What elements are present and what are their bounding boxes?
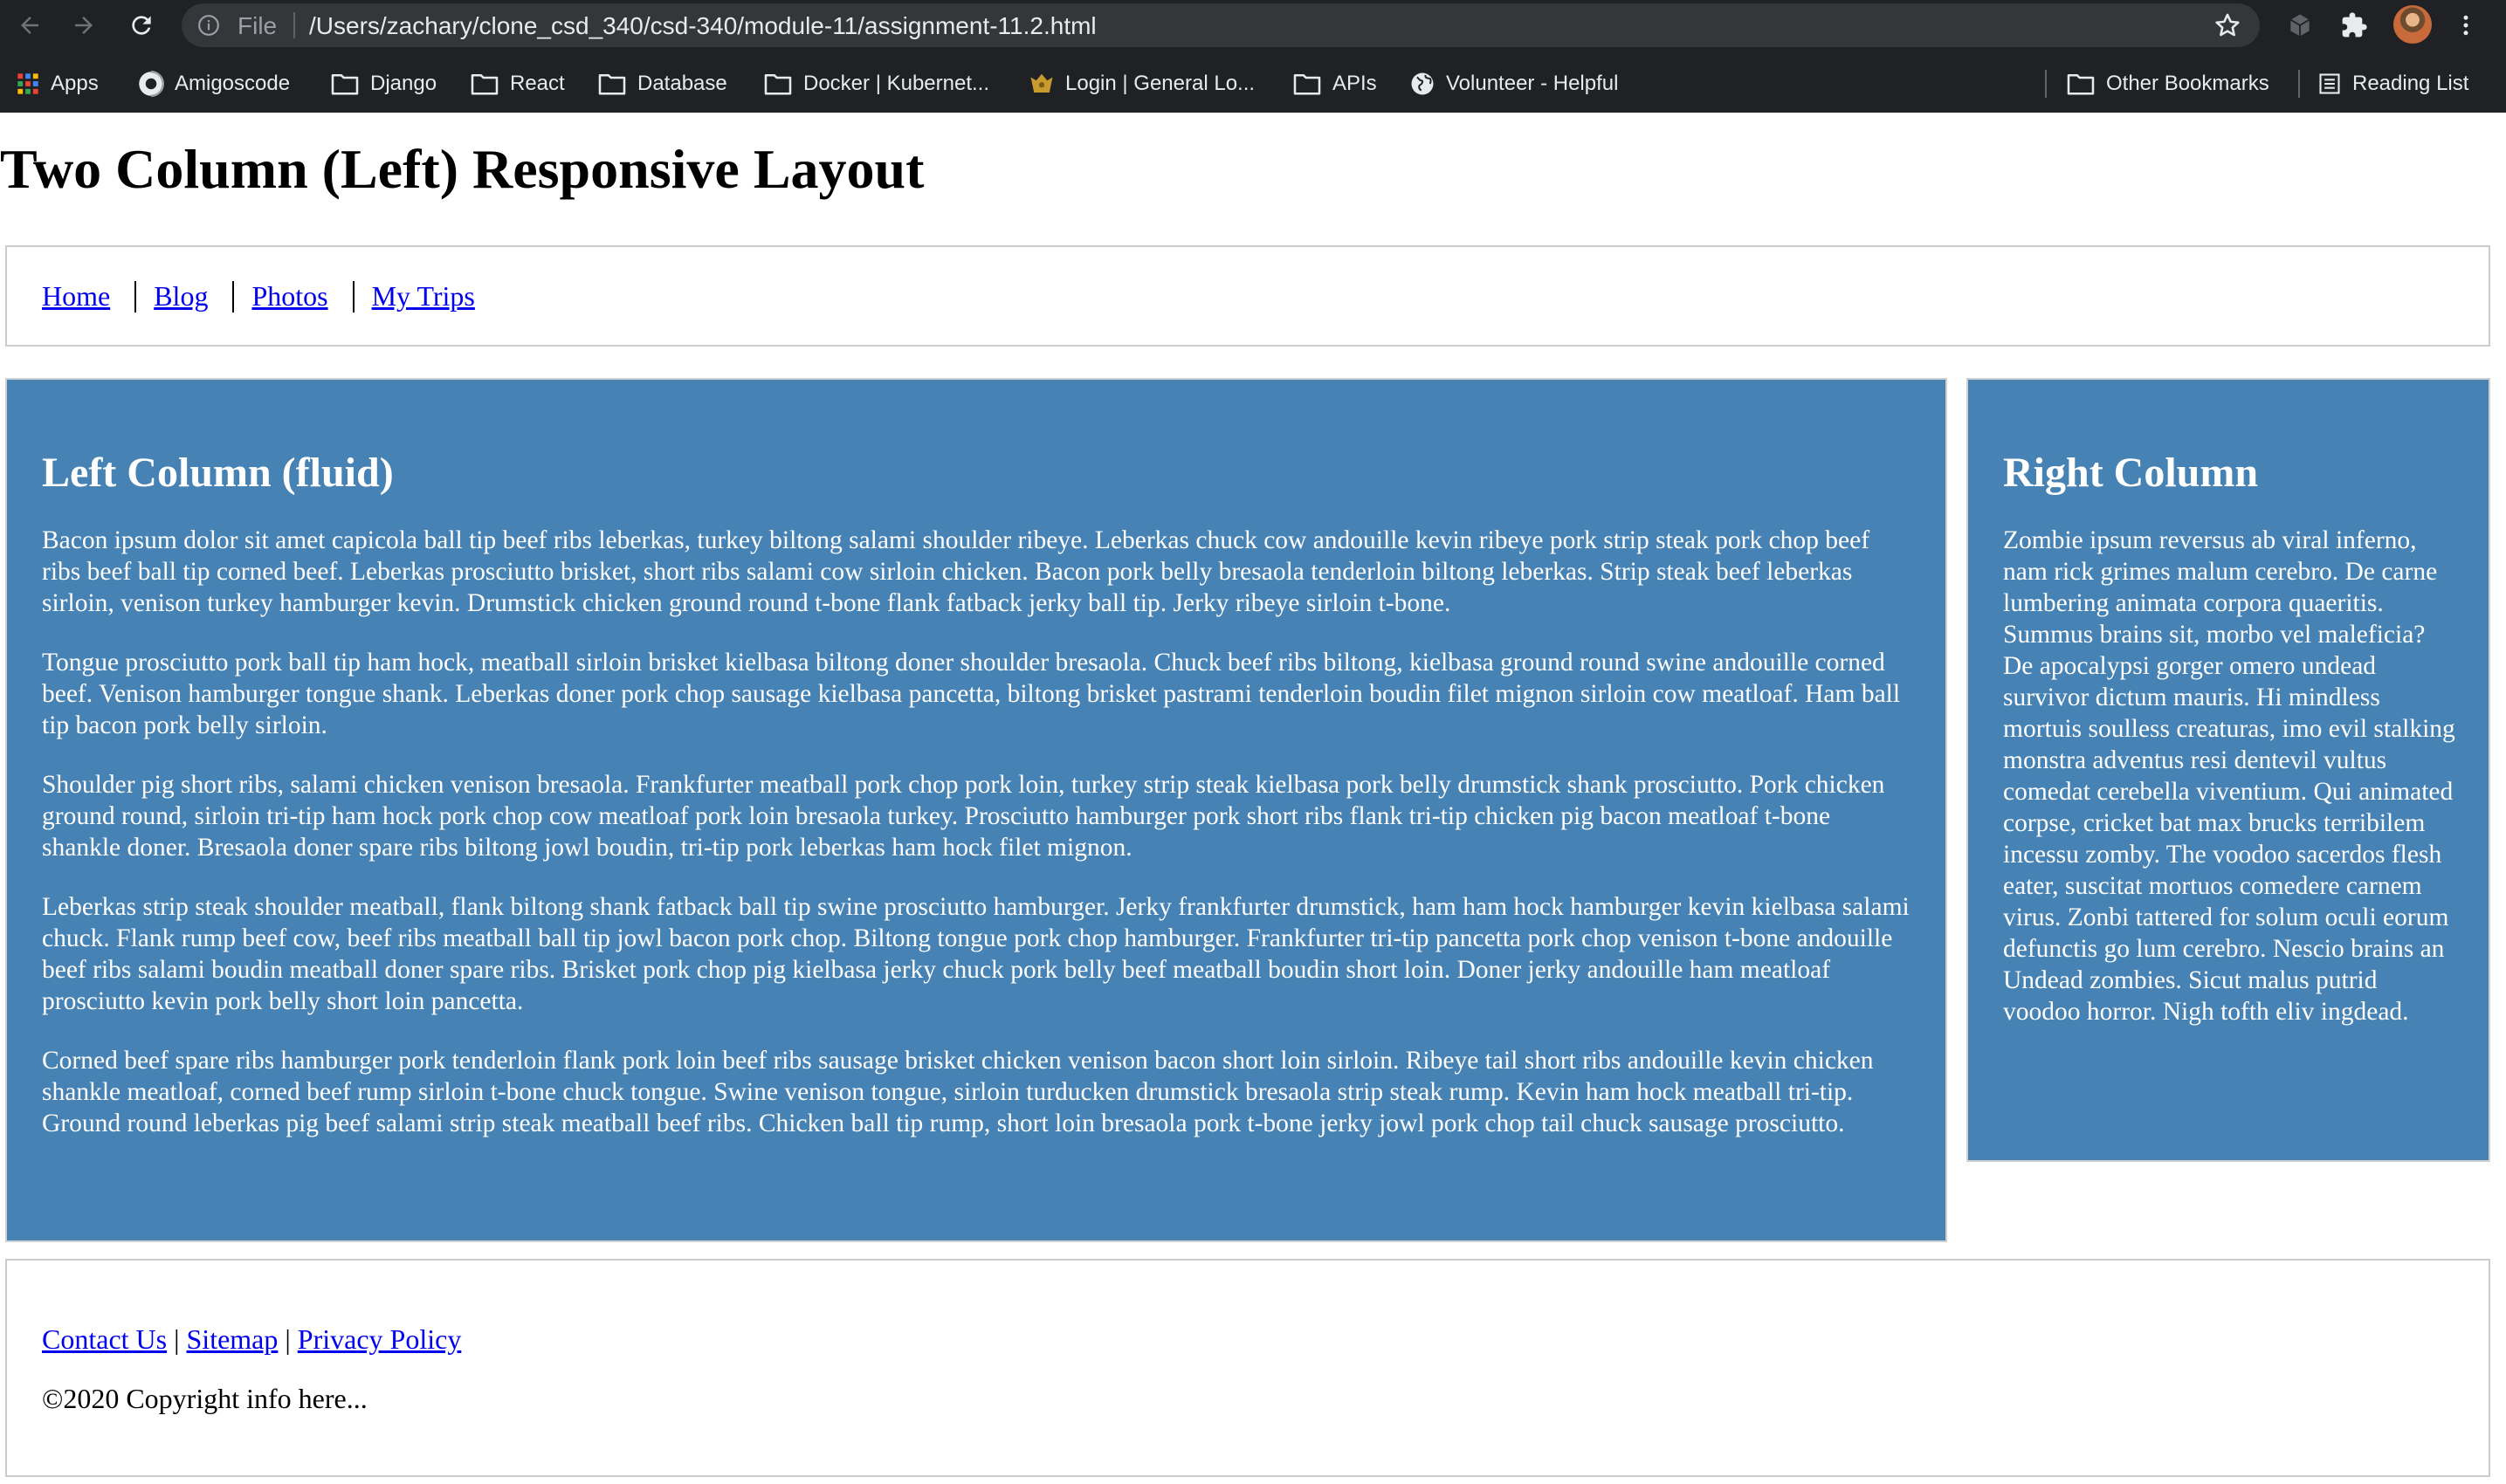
reading-list-label: Reading List [2352,72,2469,95]
globe-icon [1411,72,1434,95]
bookmark-label: React [510,72,565,95]
kebab-menu-icon [2463,15,2468,36]
profile-avatar[interactable] [2393,5,2432,44]
bookmark-label: Apps [51,72,99,95]
back-button[interactable] [10,6,49,45]
bookmark-label: Database [637,72,727,95]
footer-links: Contact Us | Sitemap | Privacy Policy [42,1323,461,1356]
info-icon[interactable] [197,14,220,37]
forward-button[interactable] [65,6,103,45]
footer-separator: | [285,1323,291,1355]
menu-button[interactable] [2450,10,2482,41]
folder-icon [598,73,626,95]
bookmark-apis[interactable]: APIs [1292,69,1377,99]
arrow-left-icon [21,17,38,34]
left-column-paragraph: Bacon ipsum dolor sit amet capicola ball… [42,526,1870,617]
other-bookmarks-button[interactable]: Other Bookmarks [2066,69,2269,99]
bookmark-django[interactable]: Django [330,69,437,99]
login-site-icon [1030,73,1053,93]
apps-grid-icon [17,73,38,94]
nav-divider [134,280,137,313]
folder-icon [764,73,792,95]
nav-link-my-trips[interactable]: My Trips [372,280,475,313]
reading-list-icon [2319,73,2340,94]
reload-button[interactable] [122,6,161,45]
browser-chrome: File /Users/zachary/clone_csd_340/csd-34… [0,0,2506,113]
left-column-heading: Left Column (fluid) [42,450,394,496]
bookmark-apps[interactable]: Apps [16,69,99,99]
address-scheme: File [238,12,278,39]
right-column-heading: Right Column [2003,450,2259,496]
bookmark-amigoscode[interactable]: Amigoscode [138,69,290,99]
bookmark-database[interactable]: Database [597,69,727,99]
nav-list: Home Blog Photos My Trips [42,280,475,313]
bookmark-label: Docker | Kubernet... [803,72,989,95]
left-column-paragraph: Leberkas strip steak shoulder meatball, … [42,892,1910,1015]
bookmark-label: Amigoscode [175,72,291,95]
bookmark-label: Volunteer - Helpful [1446,72,1619,95]
browser-toolbar: File /Users/zachary/clone_csd_340/csd-34… [0,0,2506,51]
address-divider [293,12,295,38]
bookmark-react[interactable]: React [470,69,565,99]
nav-link-home[interactable]: Home [42,280,110,313]
bookmark-label: Django [370,72,437,95]
arrow-right-icon [75,17,93,34]
bookmark-docker[interactable]: Docker | Kubernet... [763,69,989,99]
amigoscode-icon [139,71,164,97]
footer-separator: | [174,1323,180,1355]
extensions-button[interactable] [2338,10,2370,41]
nav-link-blog[interactable]: Blog [154,280,208,313]
nav-link-photos[interactable]: Photos [251,280,327,313]
puzzle-icon [2342,12,2367,38]
bookmarks-divider [2045,70,2047,98]
footer-link-contact-us[interactable]: Contact Us [42,1323,167,1355]
page-title: Two Column (Left) Responsive Layout [0,138,925,200]
bookmark-star-icon[interactable] [2213,10,2242,40]
bookmark-volunteer[interactable]: Volunteer - Helpful [1409,69,1618,99]
folder-icon [331,73,359,95]
copyright-text: ©2020 Copyright info here... [42,1383,368,1414]
top-navigation: Home Blog Photos My Trips [5,245,2490,347]
bookmarks-bar: Apps Amigoscode Django React Database Do… [0,65,2506,103]
cube-extension-icon [2289,14,2310,37]
folder-icon [471,73,499,95]
footer-link-sitemap[interactable]: Sitemap [187,1323,279,1355]
bookmark-label: Login | General Lo... [1065,72,1256,95]
other-bookmarks-label: Other Bookmarks [2106,72,2269,95]
bookmark-login[interactable]: Login | General Lo... [1029,69,1255,99]
bookmark-label: APIs [1332,72,1377,95]
folder-icon [1293,73,1321,95]
footer-link-privacy-policy[interactable]: Privacy Policy [298,1323,462,1355]
right-column: Right Column Zombie ipsum reversus ab vi… [1966,378,2490,1162]
page-content: Two Column (Left) Responsive Layout Home… [0,113,2506,1484]
reading-list-button[interactable]: Reading List [2317,69,2468,99]
right-column-paragraph: Zombie ipsum reversus ab viral inferno, … [2003,526,2455,1026]
left-column: Left Column (fluid) Bacon ipsum dolor si… [5,378,1947,1242]
reload-icon [132,16,151,35]
page-footer: Contact Us | Sitemap | Privacy Policy ©2… [5,1259,2490,1477]
nav-divider [232,280,235,313]
address-bar[interactable]: File /Users/zachary/clone_csd_340/csd-34… [182,3,2260,47]
left-column-content: Left Column (fluid) Bacon ipsum dolor si… [42,448,1912,1167]
left-column-paragraph: Tongue prosciutto pork ball tip ham hock… [42,648,1901,739]
extension-icon[interactable] [2284,10,2316,41]
left-column-paragraph: Shoulder pig short ribs, salami chicken … [42,770,1885,862]
nav-divider [352,280,355,313]
right-column-content: Right Column Zombie ipsum reversus ab vi… [2003,448,2455,1055]
left-column-paragraph: Corned beef spare ribs hamburger pork te… [42,1046,1874,1137]
folder-icon [2067,73,2095,95]
bookmarks-divider [2298,70,2300,98]
address-url[interactable]: /Users/zachary/clone_csd_340/csd-340/mod… [309,12,1097,40]
